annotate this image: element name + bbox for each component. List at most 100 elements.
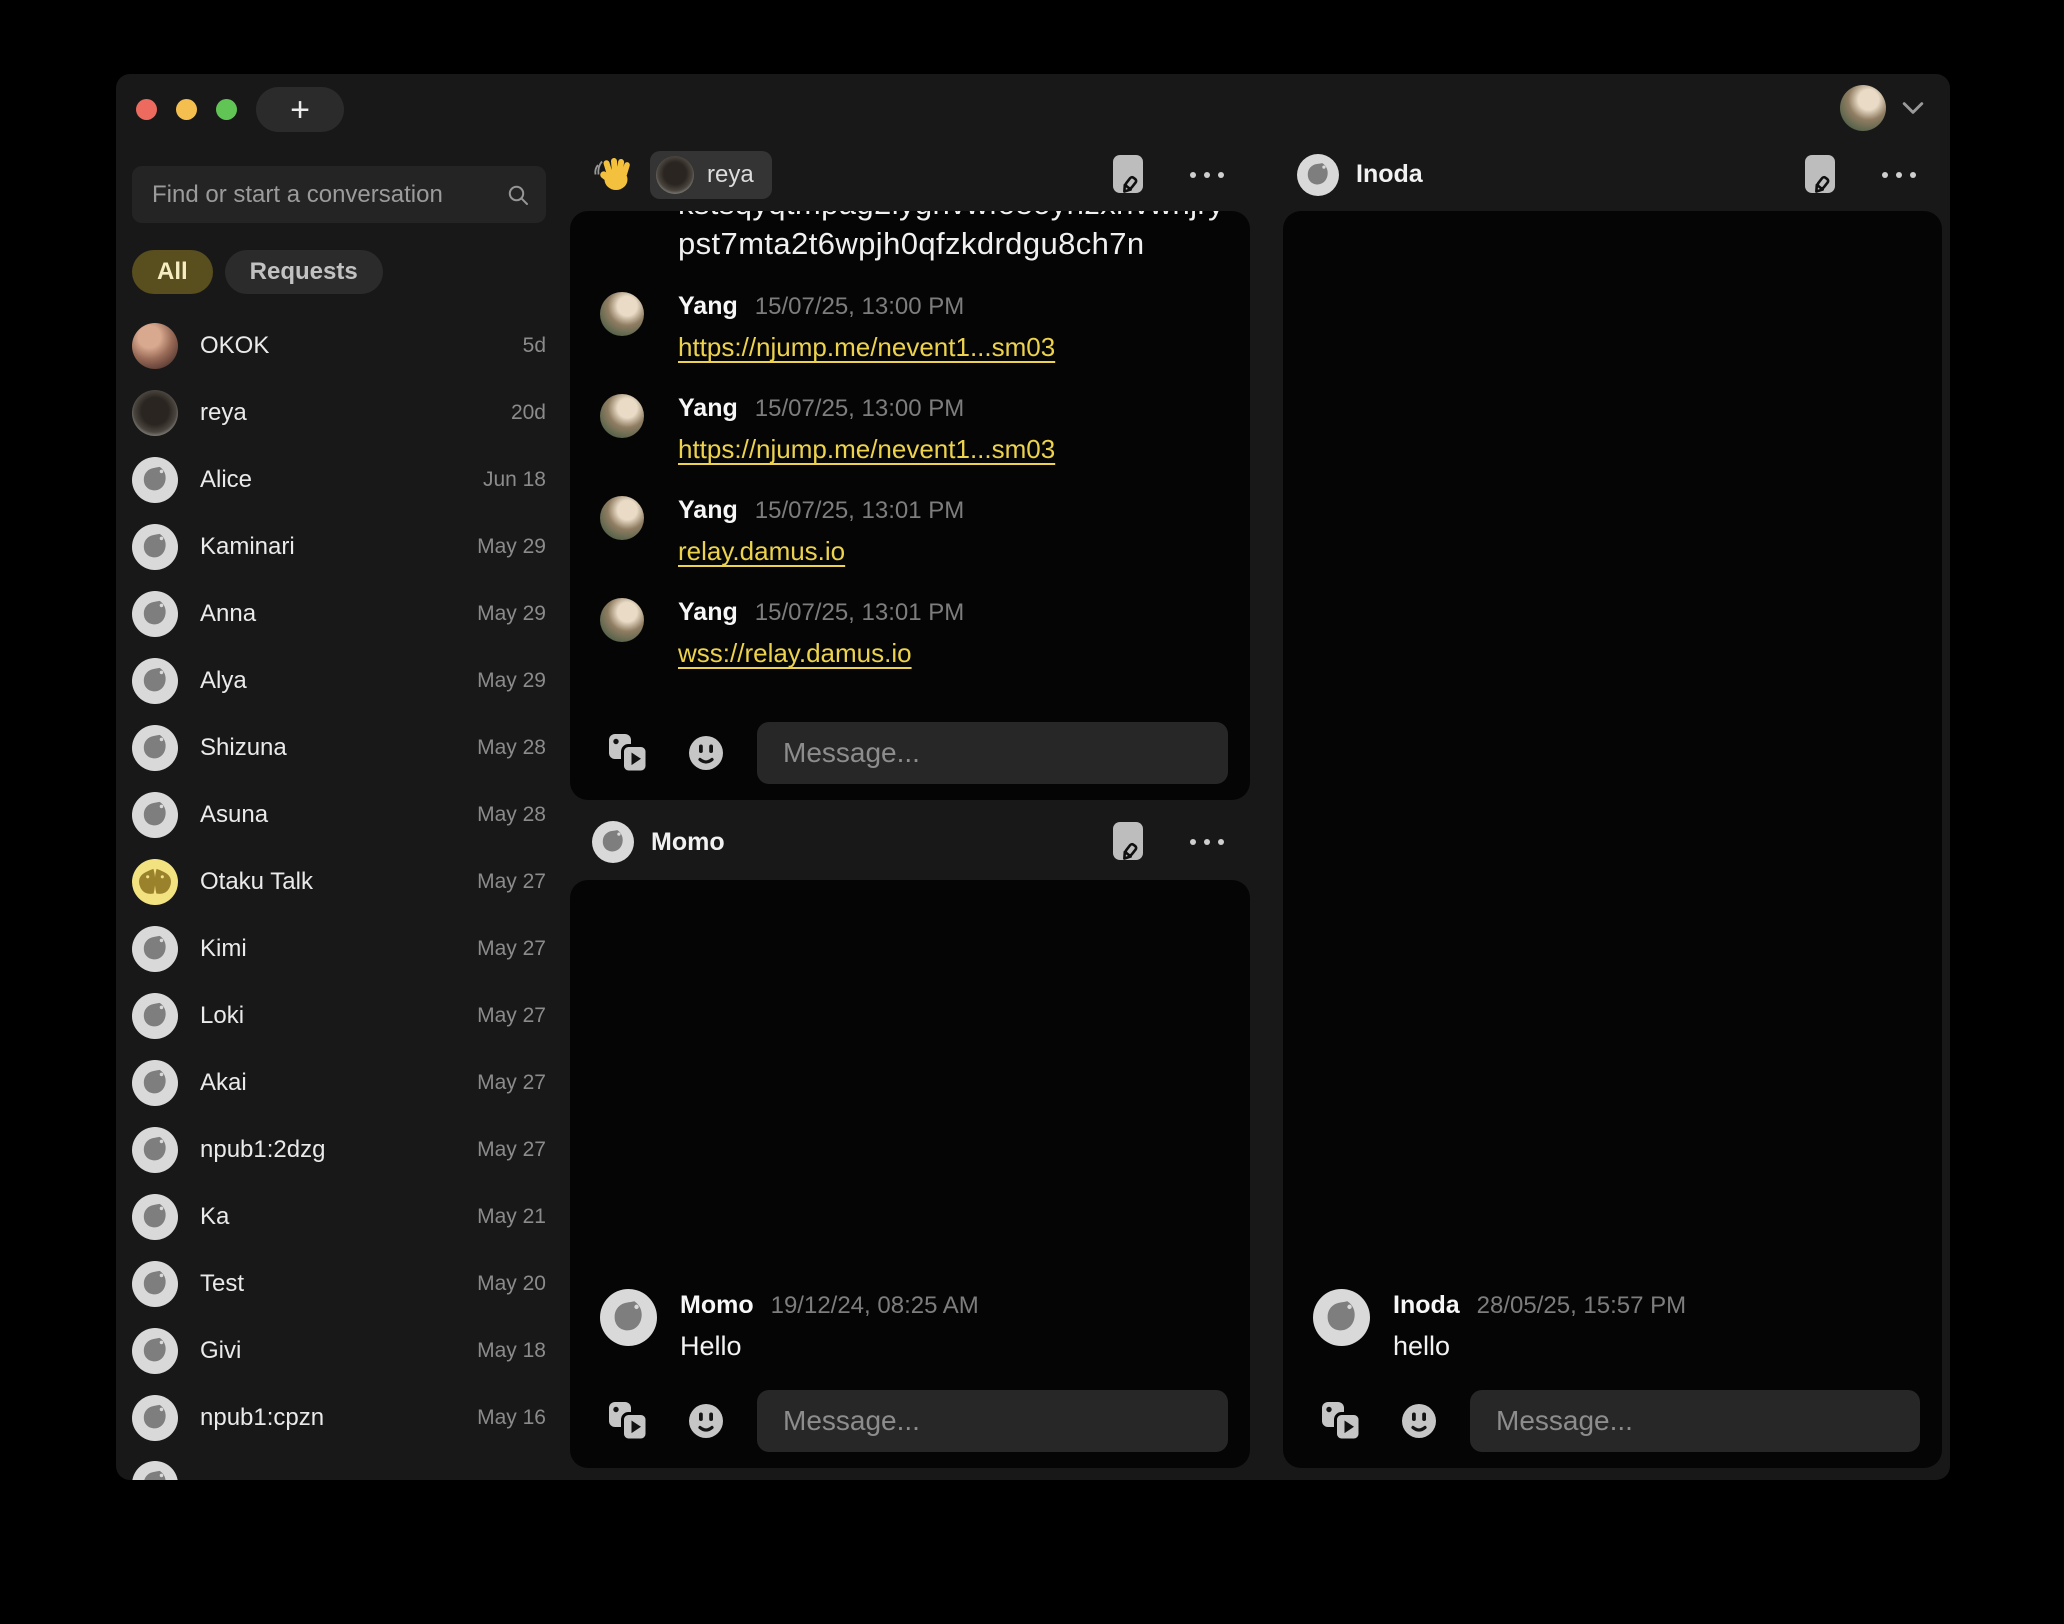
media-attach-icon[interactable]: [606, 1399, 650, 1443]
conversation-name: OKOK: [200, 332, 501, 360]
sender-avatar: [600, 394, 644, 438]
emoji-icon[interactable]: [686, 1401, 726, 1441]
chat-header-reya: reya: [570, 138, 1250, 211]
media-attach-icon[interactable]: [606, 731, 650, 775]
conversation-item[interactable]: AliceJun 18: [132, 446, 546, 513]
conversation-date: Jun 18: [483, 468, 546, 492]
conversation-name: Shizuna: [200, 734, 455, 762]
filter-requests[interactable]: Requests: [225, 250, 383, 294]
conversation-item[interactable]: Loki May 27: [132, 982, 546, 1049]
chat-title-pill[interactable]: reya: [650, 151, 772, 199]
conversation-item[interactable]: KimiMay 27: [132, 915, 546, 982]
message: Yang 15/07/25, 13:00 PM https://njump.me/…: [570, 292, 1250, 364]
conversation-item[interactable]: npub1:2dzgMay 27: [132, 1116, 546, 1183]
avatar: [132, 1194, 178, 1240]
ellipsis-icon[interactable]: [1190, 839, 1224, 845]
sender-name: Yang: [678, 292, 738, 321]
search-input[interactable]: [150, 180, 506, 210]
traffic-lights: [136, 99, 237, 120]
ellipsis-icon[interactable]: [1882, 172, 1916, 178]
conversation-name: Loki: [200, 1002, 455, 1030]
conversation-item[interactable]: KaMay 21: [132, 1183, 546, 1250]
message-timestamp: 15/07/25, 13:00 PM: [755, 293, 964, 321]
sender-avatar: [600, 598, 644, 642]
conversation-item[interactable]: AsunaMay 28: [132, 781, 546, 848]
new-chat-button[interactable]: +: [256, 87, 344, 132]
sender-avatar: [600, 292, 644, 336]
notes-icon[interactable]: [1804, 154, 1838, 196]
conversation-date: May 20: [477, 1272, 546, 1296]
avatar: [132, 993, 178, 1039]
conversation-name: Anna: [200, 600, 455, 628]
avatar: [132, 1328, 178, 1374]
account-avatar: [1840, 85, 1886, 131]
search-bar[interactable]: [132, 166, 546, 223]
conversation-date: May 27: [477, 870, 546, 894]
message-input[interactable]: [757, 722, 1228, 784]
notes-icon[interactable]: [1112, 821, 1146, 863]
avatar: [132, 725, 178, 771]
message-link[interactable]: https://njump.me/nevent1...sm03: [678, 434, 1055, 465]
account-menu[interactable]: [1840, 85, 1924, 131]
message-input[interactable]: [757, 1390, 1228, 1452]
conversation-name: Alya: [200, 667, 455, 695]
conversation-item[interactable]: AnnaMay 29: [132, 580, 546, 647]
close-window-button[interactable]: [136, 99, 157, 120]
sender-avatar: [1313, 1289, 1370, 1346]
conversation-item[interactable]: OKOK 5d: [132, 312, 546, 379]
conversation-date: May 16: [477, 1406, 546, 1430]
conversation-item[interactable]: Alya May 29: [132, 647, 546, 714]
app-window: + All Requests OKOK 5d reya20d AliceJun 1…: [116, 74, 1950, 1480]
waving-hand-icon: [592, 153, 636, 197]
emoji-icon[interactable]: [686, 733, 726, 773]
emoji-icon[interactable]: [1399, 1401, 1439, 1441]
conversation-name: npub1:cpzn: [200, 1404, 455, 1432]
conversation-date: May 27: [477, 1004, 546, 1028]
minimize-window-button[interactable]: [176, 99, 197, 120]
message-link[interactable]: wss://relay.damus.io: [678, 638, 912, 669]
message-timestamp: 28/05/25, 15:57 PM: [1477, 1292, 1686, 1320]
filter-all[interactable]: All: [132, 250, 213, 294]
message-input[interactable]: [1470, 1390, 1920, 1452]
notes-icon[interactable]: [1112, 154, 1146, 196]
key-message-line: pst7mta2t6wpjh0qfzkdrdgu8ch7n: [570, 224, 1250, 264]
chat-title: Momo: [651, 828, 725, 857]
conversation-name: Test: [200, 1270, 455, 1298]
conversation-item[interactable]: KaminariMay 29: [132, 513, 546, 580]
message-link[interactable]: https://njump.me/nevent1...sm03: [678, 332, 1055, 363]
conversation-date: May 29: [477, 669, 546, 693]
chevron-down-icon: [1902, 101, 1924, 115]
message-timestamp: 15/07/25, 13:01 PM: [755, 599, 964, 627]
conversation-date: May 18: [477, 1339, 546, 1363]
avatar: [132, 390, 178, 436]
conversation-item[interactable]: GiviMay 18: [132, 1317, 546, 1384]
conversation-item[interactable]: ShizunaMay 28: [132, 714, 546, 781]
momo-avatar: [592, 821, 634, 863]
conversation-item[interactable]: reya20d: [132, 379, 546, 446]
avatar: [132, 591, 178, 637]
conversation-name: Kimi: [200, 935, 455, 963]
avatar: [132, 1060, 178, 1106]
conversation-item[interactable]: npub1:cpzn May 16: [132, 1384, 546, 1451]
avatar: [132, 1261, 178, 1307]
search-icon: [506, 183, 530, 207]
message: Yang15/07/25, 13:01 PM relay.damus.io: [570, 496, 1250, 568]
media-attach-icon[interactable]: [1319, 1399, 1363, 1443]
conversation-date: May 28: [477, 803, 546, 827]
conversation-item[interactable]: AkaiMay 27: [132, 1049, 546, 1116]
filter-pills: All Requests: [132, 250, 546, 294]
conversation-item-partial[interactable]: [132, 1451, 546, 1480]
conversation-name: npub1:2dzg: [200, 1136, 455, 1164]
conversation-date: 5d: [523, 334, 546, 358]
avatar: [132, 926, 178, 972]
ellipsis-icon[interactable]: [1190, 172, 1224, 178]
conversation-item[interactable]: Otaku TalkMay 27: [132, 848, 546, 915]
message: Yang15/07/25, 13:00 PM https://njump.me/…: [570, 394, 1250, 466]
conversation-item[interactable]: Test May 20: [132, 1250, 546, 1317]
message-link[interactable]: relay.damus.io: [678, 536, 845, 567]
conversation-list: OKOK 5d reya20d AliceJun 18 KaminariMay 2…: [132, 312, 546, 1480]
message-timestamp: 15/07/25, 13:01 PM: [755, 497, 964, 525]
avatar: [132, 1127, 178, 1173]
zoom-window-button[interactable]: [216, 99, 237, 120]
avatar: [132, 792, 178, 838]
